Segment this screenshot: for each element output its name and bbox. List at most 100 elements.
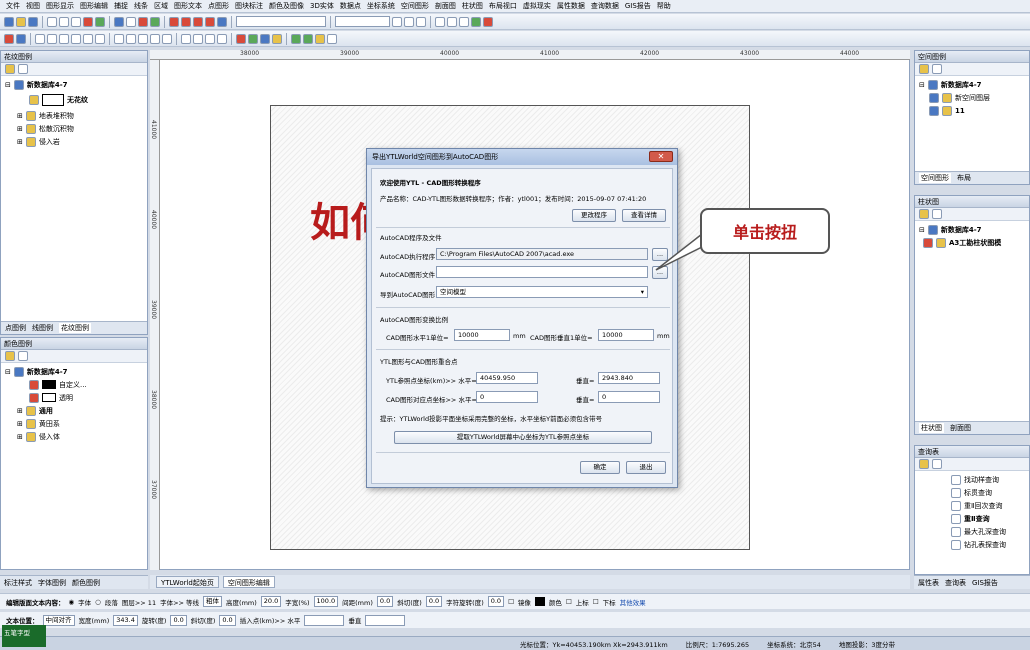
tab-color-legend[interactable]: 颜色图例: [72, 578, 100, 588]
menu-item[interactable]: 图形文本: [174, 1, 202, 11]
text-icon[interactable]: [327, 33, 337, 44]
tree-item-no-pattern[interactable]: 无花纹: [5, 91, 143, 109]
fill3-icon[interactable]: [315, 33, 325, 44]
cad-h-input[interactable]: 0: [476, 391, 538, 403]
open-icon[interactable]: [932, 64, 942, 74]
tab-pattern-legend[interactable]: 花纹图例: [59, 323, 91, 333]
ytl-v-input[interactable]: 2943.840: [598, 372, 660, 384]
query-item[interactable]: 重Ⅱ查询: [919, 512, 1025, 525]
layer3-icon[interactable]: [193, 16, 203, 27]
zoom-all-icon[interactable]: [71, 33, 81, 44]
tab-bar-chart[interactable]: 柱状图: [919, 423, 944, 433]
draw-icon[interactable]: [471, 16, 481, 27]
new-icon[interactable]: [4, 16, 14, 27]
attr-icon[interactable]: [236, 33, 246, 44]
menu-item[interactable]: 文件: [6, 1, 20, 11]
menu-item[interactable]: 剖面图: [435, 1, 456, 11]
rotate-icon[interactable]: [138, 33, 148, 44]
weight-select[interactable]: 粗体: [203, 596, 223, 607]
ok-button[interactable]: 确定: [580, 461, 620, 474]
zoom-in-icon[interactable]: [35, 33, 45, 44]
expand-icon[interactable]: ⊞: [17, 407, 23, 415]
tree-item[interactable]: 新空间图层: [919, 91, 1025, 104]
menu-item[interactable]: 虚拟现实: [523, 1, 551, 11]
attr4-icon[interactable]: [272, 33, 282, 44]
tree-item-db[interactable]: ⊟ 新数据库4-7: [5, 78, 143, 91]
change-program-button[interactable]: 更改程序: [572, 209, 616, 222]
fill2-icon[interactable]: [303, 33, 313, 44]
poly-icon[interactable]: [217, 33, 227, 44]
slope-input[interactable]: 0.0: [425, 596, 443, 607]
fill-icon[interactable]: [291, 33, 301, 44]
font-combo[interactable]: [335, 16, 390, 27]
add-icon[interactable]: [5, 64, 15, 74]
scale-icon[interactable]: [162, 33, 172, 44]
cad-v-input[interactable]: 0: [598, 391, 660, 403]
export-target-select[interactable]: 空间模型 ▾: [436, 286, 648, 298]
query-item[interactable]: 标贯查询: [919, 486, 1025, 499]
h-scale-input[interactable]: 10000: [454, 329, 510, 341]
align-center-icon[interactable]: [447, 16, 457, 27]
menu-item[interactable]: 3D实体: [310, 1, 334, 11]
tree-item-db[interactable]: ⊟ 新数据库4-7: [919, 223, 1025, 236]
tree-item[interactable]: ⊞ 通用: [5, 404, 143, 417]
rotation-input[interactable]: 0.0: [487, 596, 505, 607]
tree-item-db[interactable]: ⊟ 新数据库4-7: [919, 78, 1025, 91]
add-icon[interactable]: [919, 209, 929, 219]
node-icon[interactable]: [114, 33, 124, 44]
menu-item[interactable]: 图块标注: [235, 1, 263, 11]
query-item[interactable]: 找动样查询: [919, 473, 1025, 486]
select-icon[interactable]: [126, 16, 136, 27]
tree-item[interactable]: ⊞ 松散沉积物: [5, 122, 143, 135]
add-icon[interactable]: [919, 64, 929, 74]
expand-icon[interactable]: ⊟: [919, 81, 925, 89]
expand-icon[interactable]: ⊟: [919, 226, 925, 234]
redo-icon[interactable]: [95, 16, 105, 27]
expand-icon[interactable]: ⊞: [17, 420, 23, 428]
underline-icon[interactable]: [416, 16, 426, 27]
undo-icon[interactable]: [83, 16, 93, 27]
align-right-icon[interactable]: [459, 16, 469, 27]
menu-item[interactable]: 颜色及图像: [269, 1, 304, 11]
radio-paragraph[interactable]: ○: [95, 598, 101, 606]
width-input[interactable]: 100.0: [313, 596, 339, 607]
height-input[interactable]: 20.0: [260, 596, 282, 607]
save-icon[interactable]: [28, 16, 38, 27]
zoom-window-icon[interactable]: [59, 33, 69, 44]
move-icon[interactable]: [126, 33, 136, 44]
cancel-button[interactable]: 退出: [626, 461, 666, 474]
lock-icon[interactable]: [936, 237, 946, 248]
menu-item[interactable]: 柱状图: [462, 1, 483, 11]
menu-item[interactable]: 点图形: [208, 1, 229, 11]
menu-item[interactable]: 查询数据: [591, 1, 619, 11]
box-width-input[interactable]: 343.4: [113, 614, 138, 626]
close-icon[interactable]: ✕: [649, 151, 673, 162]
align-left-icon[interactable]: [435, 16, 445, 27]
copy-icon[interactable]: [59, 16, 69, 27]
pen-icon[interactable]: [483, 16, 493, 27]
open-icon[interactable]: [18, 351, 28, 361]
expand-icon[interactable]: ⊟: [5, 368, 11, 376]
other-effects-link[interactable]: 其他效果: [620, 597, 646, 607]
menu-item[interactable]: 图形编辑: [80, 1, 108, 11]
superscript-checkbox[interactable]: ☐: [566, 598, 572, 606]
zoom-out-icon[interactable]: [47, 33, 57, 44]
layer-icon[interactable]: [169, 16, 179, 27]
cad-file-input[interactable]: [436, 266, 648, 278]
insert-h-input[interactable]: [304, 614, 345, 626]
tree-item[interactable]: ⊞ 侵入体: [5, 430, 143, 443]
add-icon[interactable]: [5, 351, 15, 361]
ytl-h-input[interactable]: 40459.950: [476, 372, 538, 384]
menu-item[interactable]: 帮助: [657, 1, 671, 11]
query-item[interactable]: 钻孔表探查询: [919, 538, 1025, 551]
exe-path-field[interactable]: C:\Program Files\AutoCAD 2007\acad.exe: [436, 248, 648, 260]
tab-query-table[interactable]: 查询表: [945, 578, 966, 588]
expand-icon[interactable]: ⊞: [17, 112, 23, 120]
layer-select[interactable]: 图层>> 11: [122, 597, 156, 607]
layer-combo[interactable]: [236, 16, 326, 27]
italic-icon[interactable]: [404, 16, 414, 27]
tab-point-legend[interactable]: 点图例: [5, 323, 26, 333]
rect-icon[interactable]: [181, 33, 191, 44]
mirror-checkbox[interactable]: ☐: [508, 598, 514, 606]
cut-icon[interactable]: [47, 16, 57, 27]
